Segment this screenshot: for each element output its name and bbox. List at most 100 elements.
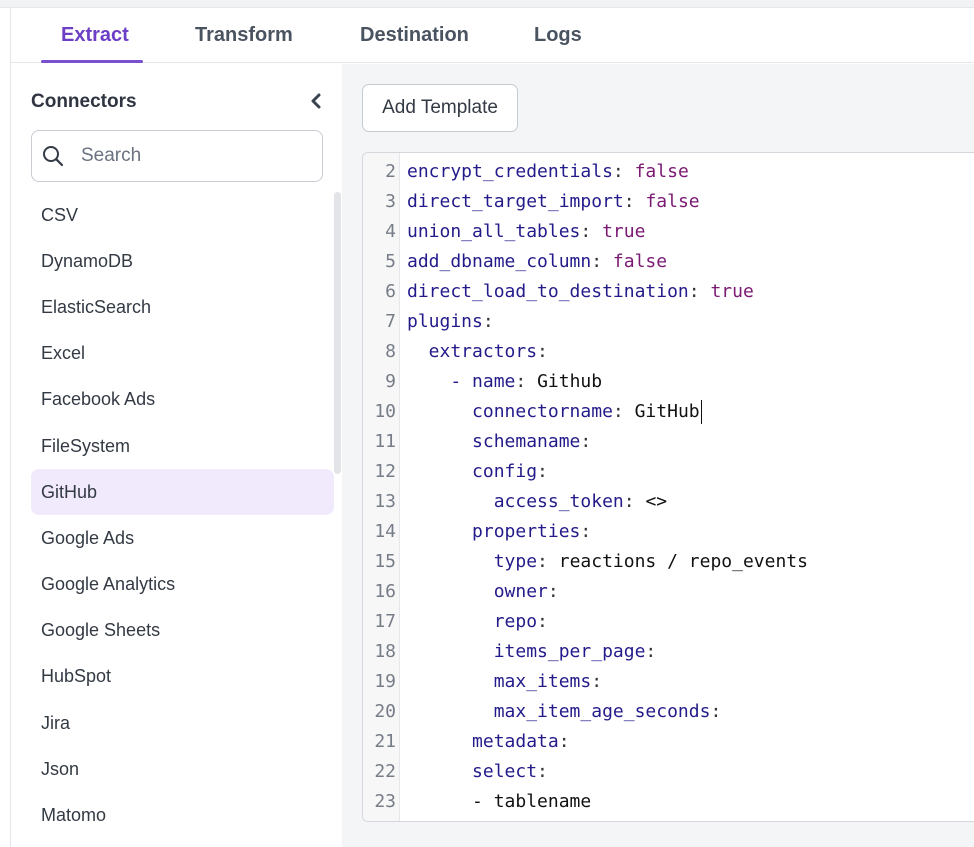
yaml-key: add_dbname_column xyxy=(407,251,592,272)
line-number: 3 xyxy=(385,191,396,212)
line-number: 13 xyxy=(374,491,396,512)
line-number: 15 xyxy=(374,551,396,572)
yaml-colon: : xyxy=(537,611,548,632)
yaml-value: true xyxy=(710,281,754,302)
yaml-value: Github xyxy=(537,371,603,392)
yaml-key: repo xyxy=(407,611,538,632)
code-text: select: xyxy=(407,757,548,787)
connector-list: CSV DynamoDB ElasticSearch Excel Facebook Ad… xyxy=(31,192,334,847)
code-line: 16 owner: xyxy=(363,577,974,607)
connector-item[interactable]: Google Analytics xyxy=(31,562,334,608)
line-number: 4 xyxy=(385,221,396,242)
yaml-key: max_items xyxy=(407,671,592,692)
line-number: 6 xyxy=(385,281,396,302)
tab-transform[interactable]: Transform xyxy=(195,24,293,63)
yaml-colon: : xyxy=(591,671,603,692)
line-number: 18 xyxy=(374,641,396,662)
code-line: 15 type: reactions / repo_events xyxy=(363,547,974,577)
code-text: extractors: xyxy=(407,337,548,367)
active-tab-indicator xyxy=(41,60,143,63)
connector-item[interactable]: FileSystem xyxy=(31,423,334,469)
yaml-value: <> xyxy=(645,491,668,512)
connector-item[interactable]: Google Ads xyxy=(31,515,334,561)
connector-item[interactable]: Google Sheets xyxy=(31,608,334,654)
line-number: 19 xyxy=(374,671,396,692)
line-number: 21 xyxy=(374,731,396,752)
connector-item[interactable]: Jira xyxy=(31,700,334,746)
code-line: 21 metadata: xyxy=(363,727,974,757)
connector-item[interactable]: HubSpot xyxy=(31,654,334,700)
code-text: schemaname: xyxy=(407,427,591,457)
code-line: 14 properties: xyxy=(363,517,974,547)
sidebar-scrollbar[interactable] xyxy=(334,192,341,474)
yaml-key: encrypt_credentials xyxy=(407,161,613,182)
yaml-colon: : xyxy=(537,761,548,782)
code-line: 12 config: xyxy=(363,457,974,487)
tab-logs[interactable]: Logs xyxy=(534,24,582,63)
yaml-key: extractors xyxy=(407,341,538,362)
line-number: 23 xyxy=(374,791,396,812)
code-text: items_per_page: xyxy=(407,637,657,667)
connector-item[interactable]: Facebook Ads xyxy=(31,377,334,423)
yaml-colon: : xyxy=(515,371,527,392)
yaml-colon: : xyxy=(612,161,624,182)
connector-item[interactable]: CSV xyxy=(31,192,334,238)
yaml-colon: : xyxy=(580,521,592,542)
code-text: encrypt_credentials: false xyxy=(407,157,689,187)
code-line: 9 - name: Github xyxy=(363,367,974,397)
line-number: 2 xyxy=(385,161,396,182)
yaml-colon: : xyxy=(537,551,548,572)
code-text: properties: xyxy=(407,517,591,547)
yaml-key: schemaname xyxy=(407,431,581,452)
yaml-key: properties xyxy=(407,521,581,542)
code-text: direct_load_to_destination: true xyxy=(407,277,754,307)
line-number: 9 xyxy=(385,371,396,392)
yaml-key: config xyxy=(407,461,538,482)
yaml-key: - name xyxy=(407,371,516,392)
yaml-code-editor[interactable]: 2 encrypt_credentials: false 3 direct_targe… xyxy=(362,152,974,822)
line-number: 7 xyxy=(385,311,396,332)
sidebar-title: Connectors xyxy=(31,91,137,112)
yaml-key: - tablename xyxy=(407,791,592,812)
code-text: union_all_tables: true xyxy=(407,217,645,247)
yaml-key: type xyxy=(407,551,538,572)
search-input[interactable] xyxy=(81,143,311,169)
code-text: - tablename xyxy=(407,787,591,817)
yaml-colon: : xyxy=(558,731,570,752)
code-text: type: reactions / repo_events xyxy=(407,547,808,577)
add-template-button[interactable]: Add Template xyxy=(362,84,518,132)
text-cursor xyxy=(700,400,703,424)
yaml-value: GitHub xyxy=(634,401,700,422)
yaml-colon: : xyxy=(688,281,700,302)
left-rail xyxy=(0,8,11,847)
code-line: 13 access_token: <> xyxy=(363,487,974,517)
yaml-colon: : xyxy=(591,251,603,272)
yaml-colon: : xyxy=(623,191,635,212)
connectors-sidebar: Connectors CSVDynamoDBElasticSearchExcel… xyxy=(12,64,342,847)
yaml-colon: : xyxy=(547,581,559,602)
tab-destination[interactable]: Destination xyxy=(360,24,469,63)
line-number: 22 xyxy=(374,761,396,782)
code-line: 18 items_per_page: xyxy=(363,637,974,667)
connector-item[interactable]: DynamoDB xyxy=(31,238,334,284)
chevron-left-icon[interactable] xyxy=(308,92,324,110)
yaml-colon: : xyxy=(710,701,722,722)
code-text: connectorname: GitHub xyxy=(407,397,703,427)
yaml-key: access_token xyxy=(407,491,624,512)
yaml-key: select xyxy=(407,761,538,782)
connector-item[interactable]: GitHub xyxy=(31,469,334,516)
code-line: 17 repo: xyxy=(363,607,974,637)
yaml-colon: : xyxy=(580,221,592,242)
connector-item[interactable]: Excel xyxy=(31,331,334,377)
line-number: 5 xyxy=(385,251,396,272)
tab-extract[interactable]: Extract xyxy=(61,24,129,63)
code-line: 6 direct_load_to_destination: true xyxy=(363,277,974,307)
connector-item[interactable]: Json xyxy=(31,746,334,792)
yaml-value: reactions / repo_events xyxy=(558,551,808,572)
yaml-colon: : xyxy=(537,341,548,362)
tab-bar: Extract Transform Destination Logs xyxy=(11,8,974,63)
connector-item[interactable]: ElasticSearch xyxy=(31,284,334,330)
code-lines: 2 encrypt_credentials: false 3 direct_targe… xyxy=(363,157,974,817)
connector-item[interactable]: Matomo xyxy=(31,792,334,838)
line-number: 14 xyxy=(374,521,396,542)
